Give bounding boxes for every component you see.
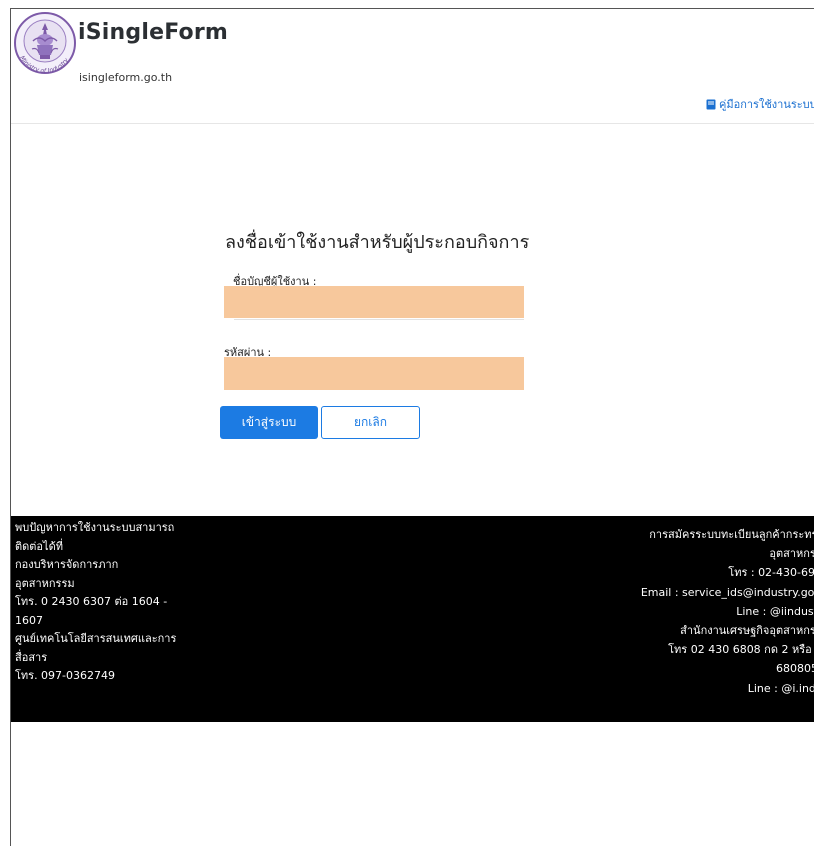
footer-right-line: สำนักงานเศรษฐกิจอุตสาหกรรม (680, 624, 814, 638)
footer-right-line: Email : service_ids@industry.go.th (640, 585, 814, 599)
footer-right-line: 680805-8 (776, 662, 814, 676)
footer-right-line: การสมัครระบบทะเบียนลูกค้ากระทรวง (649, 528, 814, 541)
ministry-logo: Ministry of Industry (14, 12, 76, 75)
footer-right-contact: การสมัครระบบทะเบียนลูกค้ากระทรวง อุตสาหก… (509, 525, 814, 698)
username-input[interactable] (224, 286, 524, 318)
footer-right-line: อุตสาหกรรม (769, 547, 814, 561)
footer-left-line: โทร. 0 2430 6307 ต่อ 1604 - (15, 595, 168, 608)
footer-left-line: สื่อสาร (15, 650, 48, 664)
footer-left-line: พบปัญหาการใช้งานระบบสามารถ (15, 521, 175, 534)
footer-left-line: อุตสาหกรรม (15, 576, 75, 590)
footer-left-contact: พบปัญหาการใช้งานระบบสามารถ ติดต่อได้ที่ … (15, 519, 205, 686)
app-domain: isingleform.go.th (79, 71, 173, 84)
footer-left-line: กองบริหารจัดการภาก (15, 558, 119, 571)
login-button[interactable]: เข้าสู่ระบบ (220, 406, 318, 439)
cancel-button[interactable]: ยกเลิก (321, 406, 420, 439)
footer-right-line: Line : @iindustry (736, 604, 814, 618)
footer-left-line: โทร. 097-0362749 (15, 669, 116, 682)
footer-left-line: 1607 (15, 613, 43, 627)
username-underline (234, 319, 524, 320)
app-title: iSingleForm (78, 20, 229, 45)
footer-right-line: โทร : 02-430-6970 (728, 566, 814, 580)
footer-right-line: Line : @i.index (747, 681, 814, 695)
user-manual-label: คู่มือการใช้งานระบบ (719, 98, 814, 111)
footer: พบปัญหาการใช้งานระบบสามารถ ติดต่อได้ที่ … (11, 516, 814, 722)
login-title: ลงชื่อเข้าใช้งานสำหรับผู้ประกอบกิจการ (225, 232, 530, 253)
header-divider (11, 123, 814, 124)
footer-right-line: โทร 02 430 6808 กด 2 หรือ ต่อ (668, 643, 814, 657)
page: Ministry of Industry iSingleForm isingle… (10, 8, 814, 846)
book-icon (706, 99, 716, 109)
footer-left-line: ติดต่อได้ที่ (15, 539, 63, 553)
password-input[interactable] (224, 357, 524, 390)
user-manual-link[interactable]: คู่มือการใช้งานระบบ (706, 95, 814, 113)
footer-left-line: ศูนย์เทคโนโลยีสารสนเทศและการ (15, 632, 177, 645)
